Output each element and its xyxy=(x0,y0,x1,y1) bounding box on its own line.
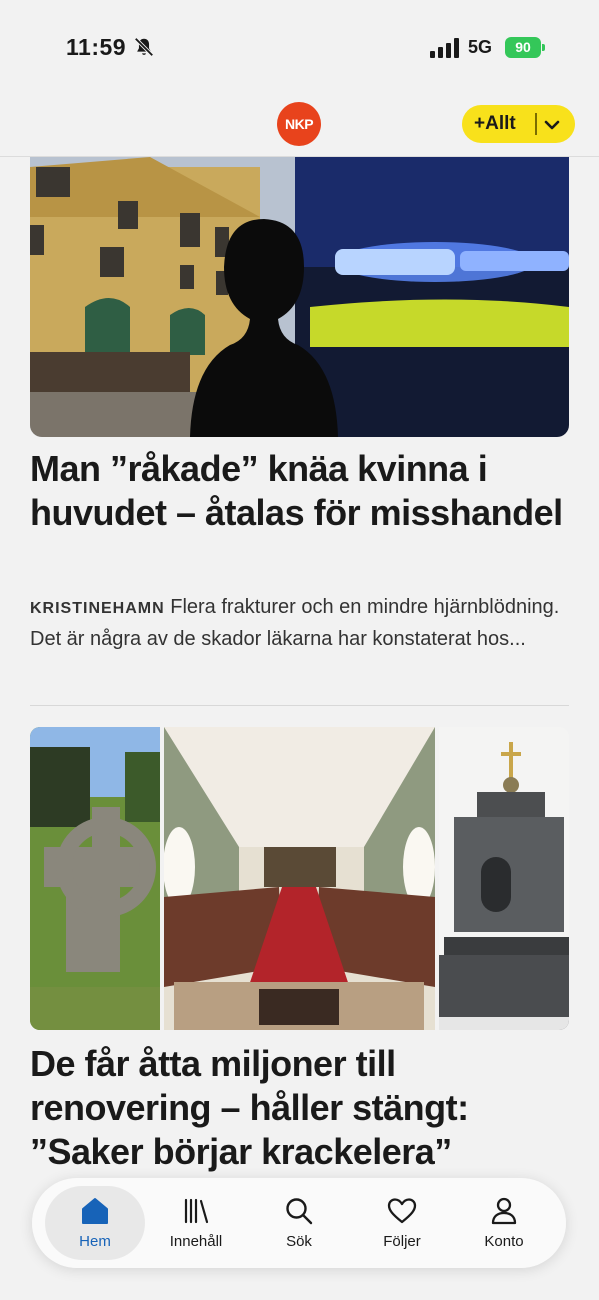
tab-foljer[interactable]: Följer xyxy=(352,1186,452,1260)
nkp-logo[interactable]: NKP xyxy=(277,102,321,146)
heart-icon xyxy=(387,1198,417,1224)
tab-hem-label: Hem xyxy=(79,1233,111,1250)
status-time: 11:59 xyxy=(66,34,127,60)
bottom-tab-bar: Hem Innehåll Sök Följer Konto xyxy=(32,1178,566,1268)
gravestone-photo xyxy=(30,727,160,1030)
article-1-headline[interactable]: Man ”råkade” knäa kvinna i huvudet – åta… xyxy=(30,447,570,535)
church-tower-photo xyxy=(439,727,569,1030)
top-bar: NKP +Allt xyxy=(0,95,599,157)
tab-konto-label: Konto xyxy=(484,1233,524,1250)
follow-all-button[interactable]: +Allt xyxy=(462,105,575,143)
tab-innehall[interactable]: Innehåll xyxy=(146,1186,246,1260)
tab-sok-label: Sök xyxy=(286,1233,312,1250)
church-interior-photo xyxy=(164,727,435,1030)
tab-sok[interactable]: Sök xyxy=(249,1186,349,1260)
bell-muted-icon xyxy=(134,37,154,57)
article-2-images[interactable] xyxy=(30,727,569,1030)
search-icon xyxy=(286,1198,313,1225)
tab-hem[interactable]: Hem xyxy=(45,1186,145,1260)
home-icon xyxy=(82,1198,108,1224)
article-1-location: KRISTINEHAMN xyxy=(30,600,165,617)
battery-level: 90 xyxy=(505,37,541,58)
signal-icon xyxy=(430,38,459,58)
follow-all-label: +Allt xyxy=(474,113,516,134)
article-divider xyxy=(30,705,569,706)
network-type: 5G xyxy=(468,37,493,57)
tab-foljer-label: Följer xyxy=(383,1233,421,1250)
battery-indicator: 90 xyxy=(505,37,545,58)
person-icon xyxy=(491,1197,517,1225)
chevron-down-icon[interactable] xyxy=(542,115,562,135)
article-1-excerpt[interactable]: KRISTINEHAMN Flera frakturer och en mind… xyxy=(30,592,570,655)
article-2-headline[interactable]: De får åtta miljoner till renovering – h… xyxy=(30,1042,570,1174)
tab-innehall-label: Innehåll xyxy=(169,1233,223,1250)
article-1-image[interactable] xyxy=(30,157,569,437)
status-bar: 11:59 5G 90 xyxy=(0,0,599,95)
tab-konto[interactable]: Konto xyxy=(454,1186,554,1260)
library-icon xyxy=(184,1198,209,1224)
